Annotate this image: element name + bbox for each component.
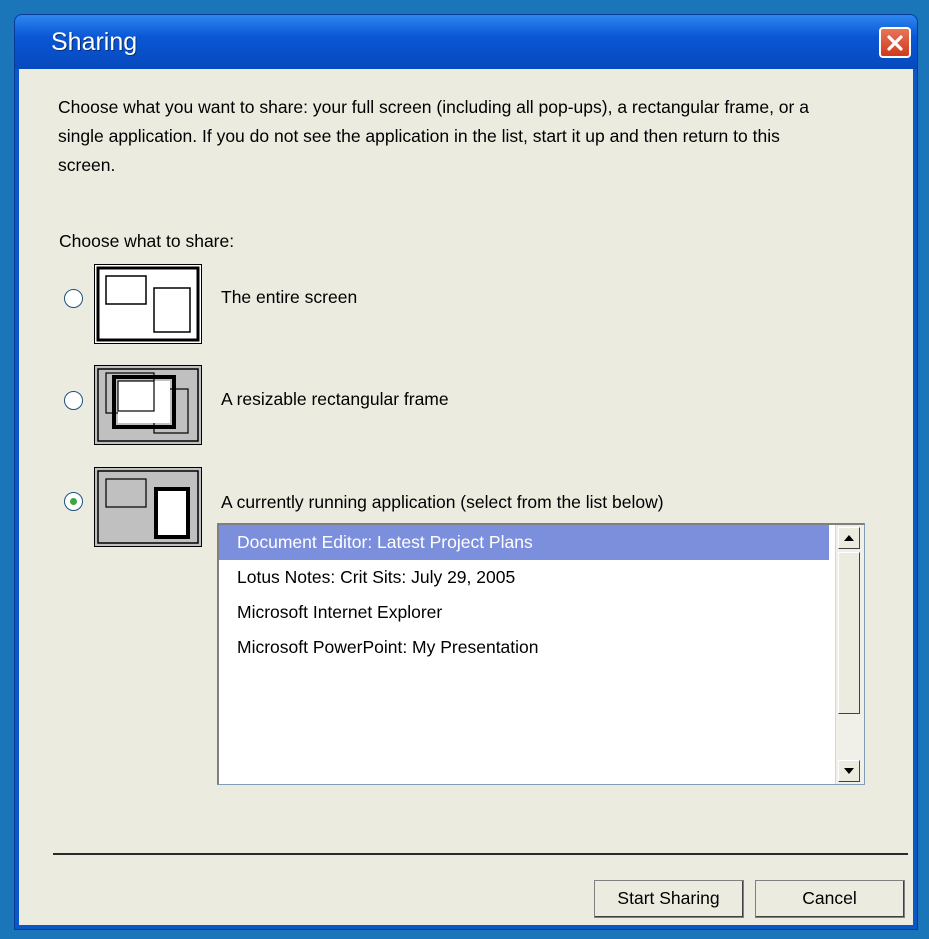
scrollbar-thumb[interactable] [838, 552, 860, 714]
list-item[interactable]: Microsoft Internet Explorer [219, 595, 829, 630]
radio-rectangular-frame[interactable] [64, 391, 83, 410]
close-icon [887, 35, 903, 51]
title-bar[interactable]: Sharing [15, 15, 917, 69]
application-list[interactable]: Document Editor: Latest Project Plans Lo… [217, 523, 865, 785]
sharing-dialog: Sharing Choose what you want to share: y… [14, 14, 918, 930]
radio-running-application[interactable] [64, 492, 83, 511]
scroll-up-arrow-icon [844, 535, 854, 541]
close-button[interactable] [879, 27, 911, 58]
scroll-up-button[interactable] [838, 527, 860, 549]
radio-selected-dot [70, 498, 77, 505]
list-item[interactable]: Document Editor: Latest Project Plans [219, 525, 829, 560]
radio-entire-screen[interactable] [64, 289, 83, 308]
scroll-down-arrow-icon [844, 768, 854, 774]
description-text: Choose what you want to share: your full… [58, 97, 809, 175]
rectangular-frame-icon [94, 365, 202, 445]
vertical-scrollbar[interactable] [835, 525, 864, 784]
option-rectangular-frame-label: A resizable rectangular frame [221, 389, 449, 409]
application-icon [94, 467, 202, 547]
dialog-body: Choose what you want to share: your full… [19, 69, 913, 925]
dialog-title: Sharing [51, 28, 138, 56]
separator-line [53, 853, 908, 855]
start-sharing-button[interactable]: Start Sharing [594, 880, 744, 918]
scroll-down-button[interactable] [838, 760, 860, 782]
list-item[interactable]: Lotus Notes: Crit Sits: July 29, 2005 [219, 560, 829, 595]
choose-label: Choose what to share: [59, 231, 235, 251]
option-running-application-label: A currently running application (select … [221, 492, 664, 512]
list-item[interactable]: Microsoft PowerPoint: My Presentation [219, 630, 829, 665]
option-entire-screen-label: The entire screen [221, 287, 358, 307]
entire-screen-icon [94, 264, 202, 344]
cancel-button[interactable]: Cancel [755, 880, 905, 918]
